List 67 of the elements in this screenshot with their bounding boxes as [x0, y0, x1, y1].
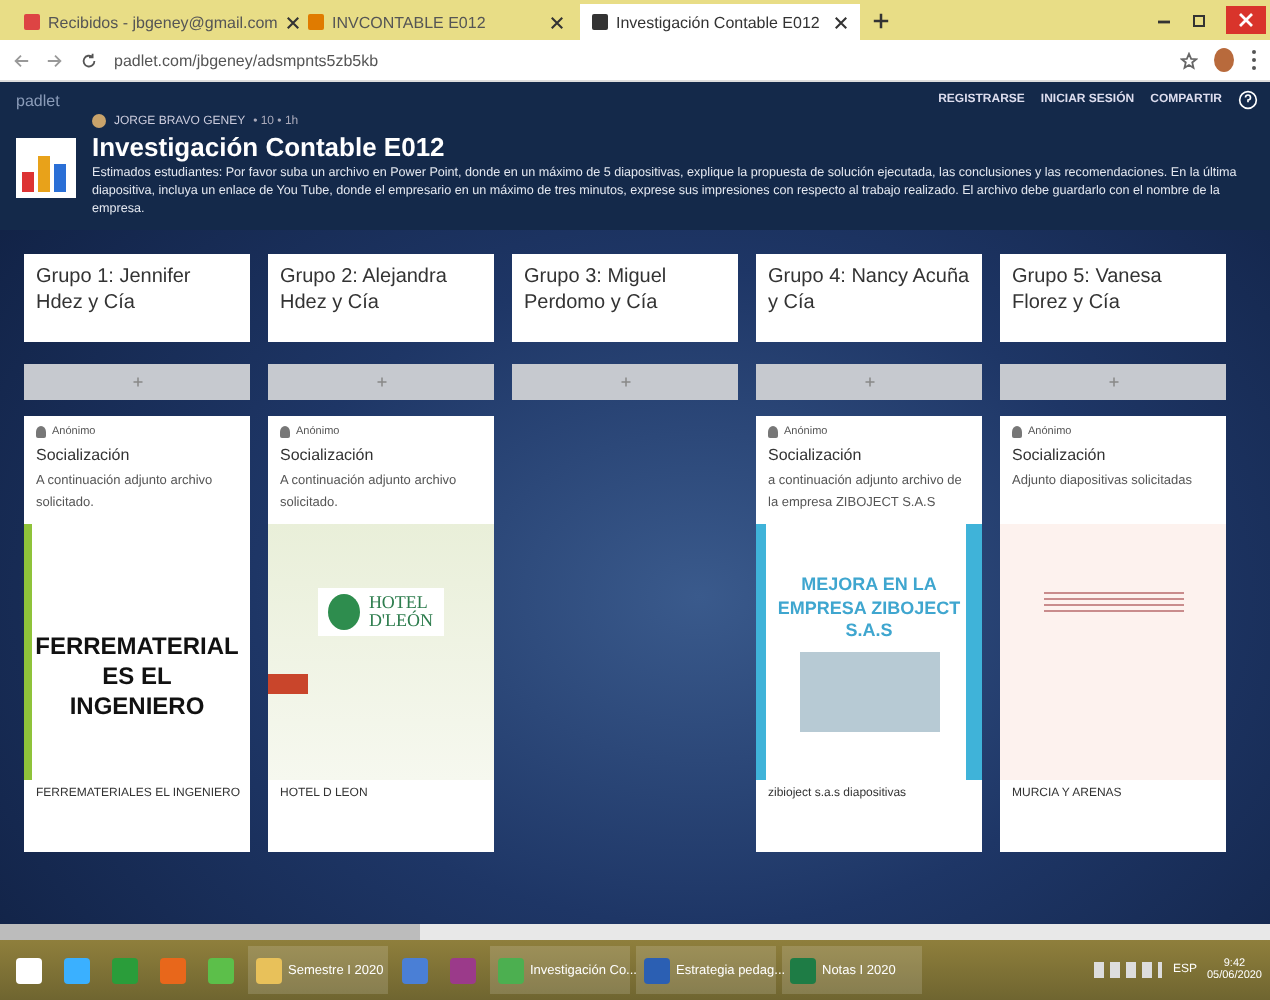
- add-post-button[interactable]: [1000, 364, 1226, 401]
- author-avatar: [1012, 426, 1022, 439]
- brand-logo[interactable]: padlet: [16, 91, 60, 109]
- close-icon[interactable]: [550, 15, 564, 29]
- tray-icons[interactable]: [1094, 962, 1163, 978]
- add-post-button[interactable]: [756, 364, 982, 401]
- star-icon[interactable]: [1180, 51, 1198, 69]
- app-icon: [160, 957, 186, 983]
- app-icon: [790, 957, 816, 983]
- post-title: Socialización: [1012, 446, 1108, 465]
- author-avatar: [280, 426, 290, 439]
- app-icon: [16, 957, 42, 983]
- horizontal-scrollbar[interactable]: [0, 924, 1270, 940]
- app-icon: [402, 957, 428, 983]
- slide-preview[interactable]: HOTEL D'LEÓN: [268, 524, 494, 781]
- reload-icon[interactable]: [80, 51, 98, 69]
- address-field[interactable]: padlet.com/jbgeney/adsmpnts5zb5kb: [114, 51, 1164, 69]
- close-icon[interactable]: [285, 15, 300, 29]
- column-title: Grupo 3: Miguel Perdomo y Cía: [512, 254, 738, 343]
- add-post-button[interactable]: [268, 364, 494, 401]
- plus-icon: [619, 376, 631, 389]
- post-title: Socialización: [768, 446, 864, 465]
- app-icon: [450, 957, 476, 983]
- help-icon[interactable]: [1238, 90, 1258, 110]
- post-title: Socialización: [280, 446, 376, 465]
- tab-favicon-icon: [308, 14, 324, 30]
- menu-icon[interactable]: [1250, 48, 1258, 72]
- new-tab-icon[interactable]: [872, 12, 890, 30]
- hotel-logo-icon: [328, 594, 361, 631]
- browser-tab[interactable]: INVCONTABLE E012: [296, 4, 576, 40]
- slide-title: HOTEL D'LEÓN: [368, 594, 434, 631]
- plus-icon: [1107, 376, 1119, 389]
- app-icon: [644, 957, 670, 983]
- author-avatar: [768, 426, 778, 439]
- app-icon: [112, 957, 138, 983]
- plus-icon: [375, 376, 387, 389]
- slide-title: MEJORA EN LA EMPRESA ZIBOJECT S.A.S: [777, 573, 961, 644]
- post-title: Socialización: [36, 446, 132, 465]
- column-title: Grupo 4: Nancy Acuña y Cía: [756, 254, 982, 343]
- plus-icon: [863, 376, 875, 389]
- slide-title: FERREMATERIAL ES EL INGENIERO: [35, 631, 239, 722]
- app-icon: [498, 957, 524, 983]
- plus-icon: [131, 376, 143, 389]
- app-icon: [208, 957, 234, 983]
- column-title: Grupo 2: Alejandra Hdez y Cía: [268, 254, 494, 343]
- add-post-button[interactable]: [24, 364, 250, 401]
- slide-preview[interactable]: MEJORA EN LA EMPRESA ZIBOJECT S.A.S: [756, 524, 982, 781]
- column-title: Grupo 1: Jennifer Hdez y Cía: [24, 254, 250, 343]
- back-icon[interactable]: [12, 51, 30, 69]
- forward-icon[interactable]: [46, 51, 64, 69]
- profile-avatar[interactable]: [1214, 48, 1234, 72]
- board-title: Investigación Contable E012: [92, 132, 447, 162]
- close-icon[interactable]: [834, 15, 848, 29]
- photo-placeholder: [799, 651, 939, 732]
- tab-favicon-icon: [24, 14, 40, 30]
- tab-favicon-icon: [592, 14, 608, 30]
- author-avatar: [92, 114, 106, 128]
- author-avatar: [36, 426, 46, 439]
- restore-icon[interactable]: [1190, 10, 1210, 30]
- column-title: Grupo 5: Vanesa Florez y Cía: [1000, 254, 1226, 343]
- browser-tab[interactable]: Investigación Contable E012: [580, 4, 860, 40]
- add-post-button[interactable]: [512, 364, 738, 401]
- browser-tab[interactable]: Recibidos - jbgeney@gmail.com: [12, 4, 292, 40]
- board-thumbnail: [16, 138, 76, 198]
- app-icon: [64, 957, 90, 983]
- app-icon: [256, 957, 282, 983]
- ribbon-shape: [268, 674, 308, 695]
